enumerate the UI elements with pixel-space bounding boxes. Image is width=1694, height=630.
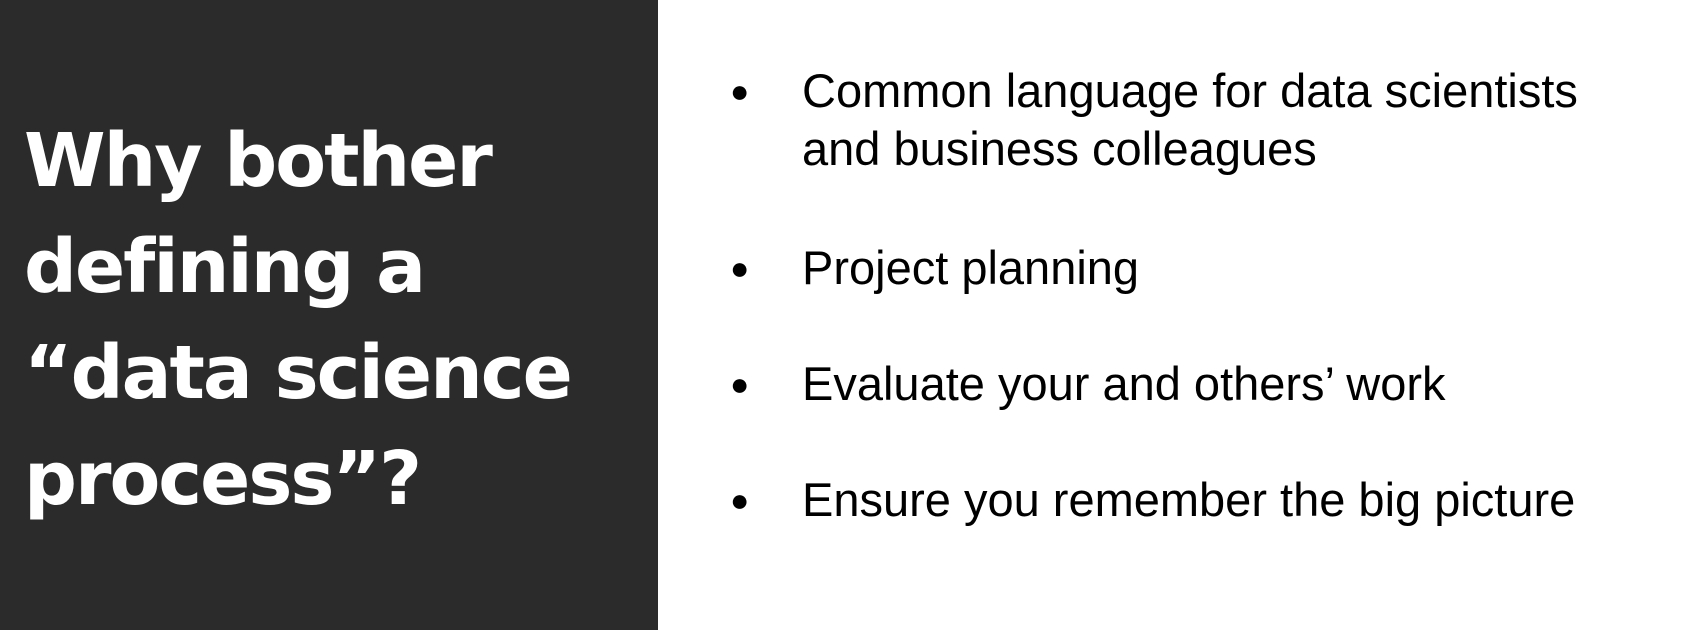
bullet-text: Project planning bbox=[802, 239, 1139, 297]
bullet-text-line: Project planning bbox=[802, 241, 1140, 294]
bullet-item: ● Evaluate your and others’ work bbox=[730, 355, 1694, 413]
bullet-text: Common language for data scientists and … bbox=[802, 62, 1578, 178]
bullet-text-line: and business colleagues bbox=[802, 122, 1317, 175]
bullet-text-line: Evaluate your and others’ work bbox=[802, 357, 1446, 410]
bullet-text-line: Ensure you remember the big picture bbox=[802, 473, 1576, 526]
bullet-item: ● Common language for data scientists an… bbox=[730, 62, 1694, 178]
title-line: defining a bbox=[24, 224, 426, 310]
bullet-text-line: Common language for data scientists bbox=[802, 64, 1578, 117]
title-line: process”? bbox=[24, 436, 422, 522]
bullet-item: ● Project planning bbox=[730, 239, 1694, 297]
title-line: Why bother bbox=[24, 118, 493, 204]
slide-title: Why bother defining a “data science proc… bbox=[24, 108, 658, 532]
slide: Why bother defining a “data science proc… bbox=[0, 0, 1694, 630]
content-panel: ● Common language for data scientists an… bbox=[658, 0, 1694, 630]
bullet-text: Ensure you remember the big picture bbox=[802, 471, 1575, 529]
bullet-list: ● Common language for data scientists an… bbox=[730, 62, 1694, 529]
bullet-text: Evaluate your and others’ work bbox=[802, 355, 1446, 413]
bullet-dot-icon: ● bbox=[730, 482, 750, 518]
bullet-dot-icon: ● bbox=[730, 250, 750, 286]
bullet-item: ● Ensure you remember the big picture bbox=[730, 471, 1694, 529]
title-panel: Why bother defining a “data science proc… bbox=[0, 0, 658, 630]
title-line: “data science bbox=[24, 330, 573, 416]
bullet-dot-icon: ● bbox=[730, 73, 750, 109]
bullet-dot-icon: ● bbox=[730, 366, 750, 402]
